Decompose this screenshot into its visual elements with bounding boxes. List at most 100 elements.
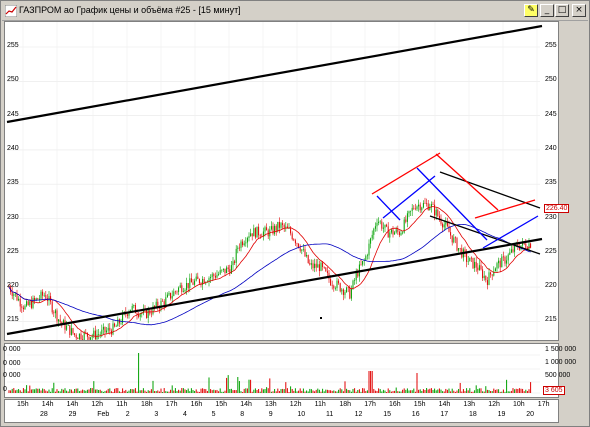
price-tick-left: 220 — [7, 282, 19, 290]
price-candle — [475, 261, 477, 268]
price-candle — [307, 255, 309, 264]
volume-bar — [120, 391, 122, 393]
volume-bar — [323, 391, 325, 393]
volume-bar — [328, 390, 330, 393]
price-candle — [490, 272, 492, 275]
volume-bar — [99, 389, 101, 393]
title-bar[interactable]: ГАЗПРОМ ао График цены и объёма #25 - [1… — [2, 2, 588, 21]
price-candle — [80, 333, 82, 340]
price-candle — [74, 333, 76, 335]
volume-bar — [382, 389, 384, 393]
price-candle — [101, 329, 103, 335]
chart-app-icon — [5, 5, 17, 17]
volume-bar — [90, 388, 92, 393]
price-candle — [280, 223, 282, 228]
price-candle — [107, 327, 109, 331]
price-candle — [426, 203, 428, 204]
price-candle — [270, 226, 272, 230]
volume-bar — [27, 391, 29, 393]
price-candle — [290, 228, 292, 234]
volume-bar — [288, 391, 290, 393]
volume-bar — [96, 389, 98, 393]
price-candle — [168, 292, 170, 295]
price-candle — [354, 280, 356, 281]
volume-bar — [296, 391, 298, 393]
price-candle — [395, 229, 397, 233]
volume-bar — [232, 390, 234, 393]
time-tick-hour: 14h — [438, 401, 451, 408]
pin-icon[interactable]: ✎ — [524, 4, 538, 17]
minimize-button[interactable]: _ — [540, 4, 554, 17]
price-candle — [326, 271, 328, 273]
price-candle — [246, 237, 248, 243]
price-candle — [163, 301, 165, 306]
price-candle — [454, 237, 456, 239]
time-tick-day: 18 — [469, 411, 477, 418]
volume-bar — [366, 390, 368, 393]
time-tick-hour: 12h — [91, 401, 104, 408]
time-tick-hour: 17h — [165, 401, 178, 408]
price-candle — [48, 296, 50, 301]
price-candle — [355, 272, 357, 281]
volume-bar — [472, 391, 474, 393]
time-tick-day: 3 — [154, 411, 159, 418]
time-tick-hour: 14h — [240, 401, 252, 408]
volume-bar — [346, 388, 348, 393]
price-candle — [173, 291, 175, 296]
volume-bar — [490, 391, 492, 393]
volume-bar — [446, 389, 448, 393]
price-candle — [368, 243, 370, 256]
time-tick-hour: 12h — [289, 401, 302, 408]
volume-bar — [21, 391, 23, 393]
close-button[interactable]: × — [572, 4, 586, 17]
volume-bar — [475, 385, 477, 393]
volume-bar — [149, 390, 151, 393]
price-chart[interactable] — [5, 22, 558, 340]
price-candle — [498, 260, 500, 264]
price-candle — [58, 319, 60, 322]
price-candle — [98, 334, 100, 335]
volume-bar — [189, 391, 191, 393]
volume-bar — [222, 391, 224, 393]
volume-bar — [376, 391, 378, 393]
price-gridlines — [7, 22, 540, 340]
price-candle — [371, 234, 373, 239]
price-pane[interactable]: 255 255 250 250 245 245 240 240 235 235 230 230 225 2… — [4, 21, 570, 392]
volume-bar — [451, 388, 453, 393]
time-tick-day: 28 — [40, 411, 48, 418]
volume-pane[interactable]: 0 000 0 000 0 000 0 1 500 000 1 000 000 500 0… — [3, 343, 576, 398]
price-candle — [480, 265, 482, 270]
price-candle — [237, 247, 239, 249]
volume-bar — [405, 389, 407, 393]
price-candle — [24, 305, 26, 310]
time-tick-hour: 10h — [513, 401, 525, 408]
price-candle — [30, 301, 32, 308]
red-channel-line — [371, 152, 441, 195]
volume-bar — [360, 391, 362, 393]
price-candle — [416, 206, 418, 210]
price-candle — [421, 207, 423, 211]
price-candle — [317, 264, 319, 268]
volume-bar — [237, 377, 239, 393]
volume-bar — [338, 389, 340, 393]
price-candle — [248, 236, 250, 238]
price-candle — [251, 233, 253, 237]
volume-bar — [403, 388, 405, 393]
volume-bar — [221, 391, 223, 393]
time-axis: 15h 14h 14h 12h 11h 18h 17h 16h 15h 14h 13h 12h 11h 1… — [4, 399, 559, 423]
price-candle — [405, 219, 407, 222]
price-candle — [258, 226, 260, 236]
volume-chart[interactable] — [5, 344, 558, 397]
time-tick-day: 12 — [354, 411, 363, 418]
price-candle — [51, 301, 53, 313]
price-candle — [408, 211, 410, 214]
volume-bar — [266, 387, 268, 393]
price-candle — [398, 231, 400, 236]
price-candle — [504, 256, 506, 264]
volume-bar — [136, 391, 138, 393]
maximize-button[interactable]: □ — [555, 4, 569, 17]
volume-bar — [253, 389, 255, 393]
volume-bar — [386, 391, 388, 393]
volume-bar — [18, 389, 20, 393]
volume-bar — [506, 379, 508, 393]
